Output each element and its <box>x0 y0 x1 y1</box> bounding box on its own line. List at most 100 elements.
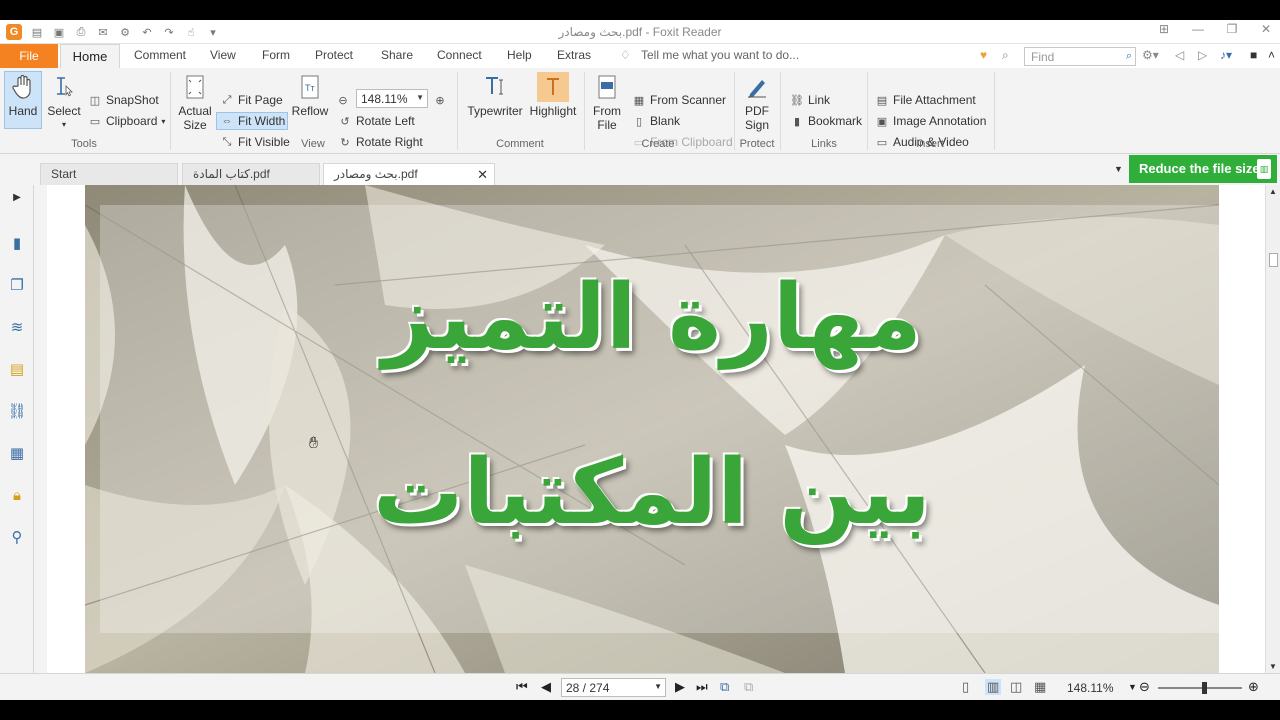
attachments-panel-icon[interactable]: ⛓ <box>7 401 27 421</box>
settings-gear-icon[interactable]: ⚙▾ <box>1142 48 1159 62</box>
clipboard-button[interactable]: ▭ Clipboard ▾ <box>88 112 166 130</box>
status-zoom-value[interactable]: 148.11% <box>1067 681 1113 695</box>
layers-panel-icon[interactable]: ≋ <box>7 317 27 337</box>
notification-bell-icon[interactable]: ♪▾ <box>1220 48 1232 62</box>
close-window-button[interactable]: ✕ <box>1258 22 1274 36</box>
zoom-slider[interactable] <box>1158 682 1242 694</box>
first-page-icon[interactable]: ⏮ <box>516 679 528 695</box>
search-people-icon[interactable]: ⚲ <box>7 527 27 547</box>
minimize-button[interactable]: — <box>1190 22 1206 36</box>
from-scanner-button[interactable]: ▦ From Scanner <box>632 91 726 109</box>
blank-button[interactable]: ▯ Blank <box>632 112 680 130</box>
hand-tool-button[interactable]: Hand <box>6 72 40 118</box>
separator <box>170 72 171 150</box>
highlight-button[interactable]: Highlight <box>530 72 576 118</box>
scroll-up-icon[interactable]: ▲ <box>1269 187 1277 196</box>
comments-panel-icon[interactable]: ▤ <box>7 359 27 379</box>
bookmarks-panel-icon[interactable]: ▮ <box>7 233 27 253</box>
reflow-button[interactable]: Tт Reflow <box>292 72 328 118</box>
close-tab-icon[interactable]: ✕ <box>477 167 488 183</box>
heart-icon[interactable]: ♥ <box>980 48 987 62</box>
vertical-scrollbar[interactable]: ▲ ▼ <box>1265 185 1280 673</box>
tab-help[interactable]: Help <box>507 48 532 62</box>
next-page-icon[interactable]: ▶ <box>675 679 685 695</box>
tab-view[interactable]: View <box>210 48 236 62</box>
page-number-value: 28 / 274 <box>566 681 610 695</box>
menu-bar: File Home Comment View Form Protect Shar… <box>0 44 1280 68</box>
tab-connect[interactable]: Connect <box>437 48 482 62</box>
tab-protect[interactable]: Protect <box>315 48 353 62</box>
file-attachment-button[interactable]: ▤ File Attachment <box>875 91 976 109</box>
find-input[interactable]: Find ⌕ <box>1024 47 1136 66</box>
zoom-dropdown-icon[interactable]: ▼ <box>416 93 424 102</box>
search-text-icon[interactable]: ⌕ <box>1002 48 1009 63</box>
status-zoom-out-icon[interactable]: ⊖ <box>1139 679 1150 695</box>
continuous-page-icon[interactable]: ▥ <box>985 679 1002 695</box>
tab-bahth-wa-masader[interactable]: بحث ومصادر.pdf ✕ <box>323 163 495 185</box>
scroll-down-icon[interactable]: ▼ <box>1269 662 1277 671</box>
tab-share[interactable]: Share <box>381 48 413 62</box>
links-group-label: Links <box>811 138 837 150</box>
page-dropdown-icon[interactable]: ▼ <box>654 682 662 691</box>
tell-me-input[interactable]: Tell me what you want to do... <box>641 48 799 62</box>
actual-size-button[interactable]: Actual Size <box>176 72 214 132</box>
highlight-icon <box>537 72 569 102</box>
facing-page-icon[interactable]: ◫ <box>1010 679 1022 695</box>
tab-kitab-almadda[interactable]: كتاب المادة.pdf <box>182 163 320 185</box>
restore-button[interactable]: ❐ <box>1224 22 1240 36</box>
security-lock-icon[interactable]: 🔒︎ <box>7 485 27 505</box>
page-number-input[interactable]: 28 / 274 ▼ <box>561 678 666 697</box>
tab-comment[interactable]: Comment <box>134 48 186 62</box>
select-dropdown-icon[interactable]: ▾ <box>62 118 66 132</box>
tab-start[interactable]: Start <box>40 163 178 185</box>
from-scanner-label: From Scanner <box>650 93 727 107</box>
title-bar: G ▤ ▣ ⎙ ✉ ⚙ ↶ ↷ ☝ ▾ بحث ومصادر.pdf - Fox… <box>0 20 1280 44</box>
forward-arrow-icon[interactable]: ▷ <box>1198 48 1207 62</box>
zoom-in-icon[interactable]: ⊕ <box>433 91 447 109</box>
continuous-view-icon[interactable]: ⧉ <box>744 679 753 695</box>
rotate-left-button[interactable]: ↺ Rotate Left <box>338 112 414 130</box>
tab-form[interactable]: Form <box>262 48 290 62</box>
fit-page-button[interactable]: ⤢ Fit Page <box>220 91 283 109</box>
continuous-facing-icon[interactable]: ▦ <box>1034 679 1046 695</box>
signatures-panel-icon[interactable]: ▦ <box>7 443 27 463</box>
image-annotation-button[interactable]: ▣ Image Annotation <box>875 112 987 130</box>
fit-width-button[interactable]: ⇔ Fit Width <box>220 112 286 130</box>
layout-icon[interactable]: ⊞ <box>1156 22 1172 36</box>
pages-panel-icon[interactable]: ❐ <box>7 275 27 295</box>
file-menu[interactable]: File <box>0 44 58 68</box>
zoom-slider-knob[interactable] <box>1202 682 1207 694</box>
previous-page-icon[interactable]: ◀ <box>541 679 551 695</box>
tab-home[interactable]: Home <box>60 44 120 68</box>
scroll-thumb[interactable] <box>1269 253 1278 267</box>
tabs-dropdown-icon[interactable]: ▼ <box>1114 164 1123 174</box>
single-page-icon[interactable]: ▯ <box>962 679 969 695</box>
clipboard-icon: ▭ <box>89 115 101 128</box>
fit-screen-icon[interactable]: ⧉ <box>720 679 729 695</box>
reduce-file-size-banner[interactable]: Reduce the file size ▥ <box>1129 155 1277 183</box>
window-controls: ⊞ — ❐ ✕ <box>1156 22 1274 36</box>
expand-panel-icon[interactable]: ▶ <box>7 187 27 207</box>
zoom-select[interactable]: 148.11% ▼ <box>356 89 428 108</box>
back-arrow-icon[interactable]: ◁ <box>1175 48 1184 62</box>
snapshot-button[interactable]: ◫ SnapShot <box>88 91 159 109</box>
document-view[interactable]: مهارة التميز بين المكتبات ✋︎ <box>47 185 1265 673</box>
collapse-ribbon-icon[interactable]: ˄ <box>1268 48 1275 62</box>
pdf-sign-button[interactable]: PDF Sign <box>740 72 774 132</box>
bookmark-icon: ▮ <box>793 115 801 128</box>
from-file-button[interactable]: From File <box>590 72 624 132</box>
typewriter-button[interactable]: Typewriter <box>466 72 524 118</box>
last-page-icon[interactable]: ⏭ <box>696 679 708 695</box>
zoom-out-icon[interactable]: ⊖ <box>336 91 350 109</box>
select-tool-button[interactable]: Select ▾ <box>46 72 82 132</box>
status-zoom-in-icon[interactable]: ⊕ <box>1248 679 1259 695</box>
tab-extras[interactable]: Extras <box>557 48 591 62</box>
link-button[interactable]: ⛓ Link <box>790 91 830 109</box>
bookmark-button[interactable]: ▮ Bookmark <box>790 112 862 130</box>
user-icon[interactable]: ■ <box>1250 48 1257 62</box>
ribbon-home: Hand Select ▾ ◫ SnapShot ▭ Clipboard ▾ T… <box>0 68 1280 154</box>
search-icon[interactable]: ⌕ <box>1126 50 1132 63</box>
separator <box>584 72 585 150</box>
zoom-dropdown-icon[interactable]: ▼ <box>1128 682 1137 692</box>
page-background-image <box>85 185 1219 673</box>
